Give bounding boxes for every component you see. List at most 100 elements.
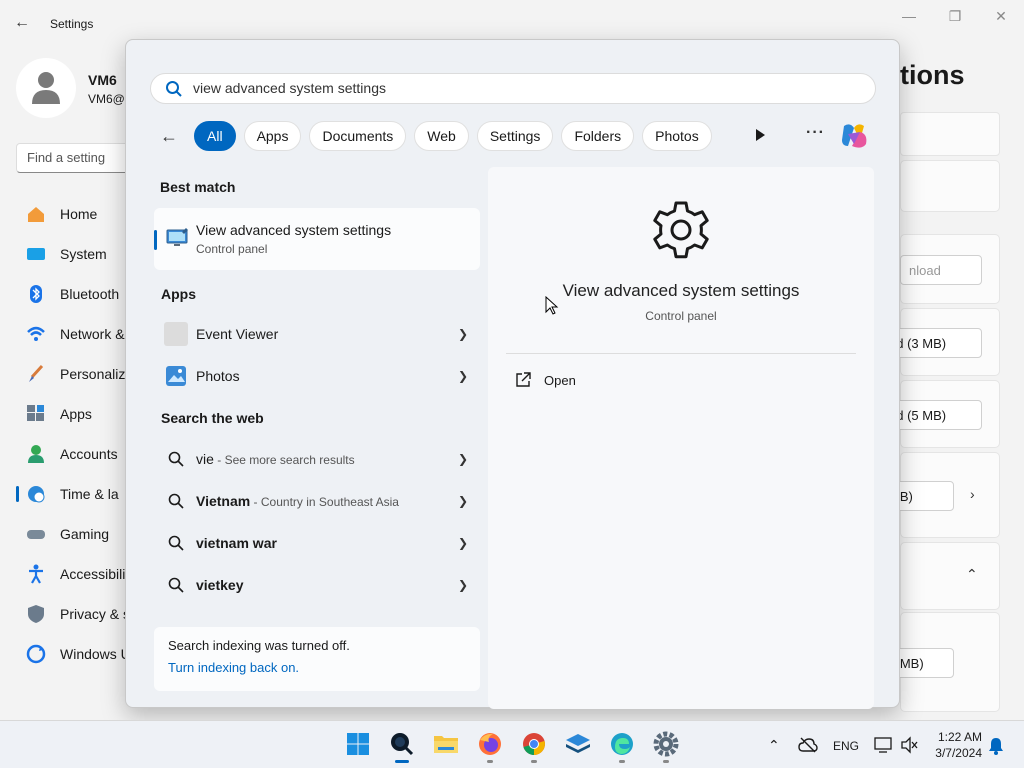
nav-apps[interactable]: Apps (16, 396, 136, 432)
brush-icon (26, 364, 46, 384)
wifi-icon (26, 324, 46, 344)
accessibility-icon (26, 564, 46, 584)
copilot-icon[interactable] (838, 120, 870, 152)
best-match-item[interactable]: View advanced system settings Control pa… (154, 208, 480, 270)
search-box[interactable] (150, 73, 876, 104)
web-result-term: Vietnam (196, 493, 251, 509)
chevron-right-icon[interactable]: ❯ (456, 327, 470, 341)
nav-accounts[interactable]: Accounts (16, 436, 136, 472)
volume-muted-icon[interactable] (900, 736, 918, 754)
chevron-right-icon[interactable]: ❯ (456, 536, 470, 550)
taskbar-chrome[interactable] (519, 729, 549, 763)
start-button[interactable] (343, 729, 373, 759)
window-title: Settings (50, 17, 94, 31)
more-options-icon[interactable]: ··· (806, 124, 825, 142)
web-result[interactable]: vietkey ❯ (154, 567, 470, 603)
globe-clock-icon (26, 484, 46, 504)
filter-web[interactable]: Web (414, 121, 469, 151)
system-properties-icon (166, 228, 188, 246)
app-result-event-viewer[interactable]: Event Viewer ❯ (154, 316, 470, 352)
filter-photos[interactable]: Photos (642, 121, 712, 151)
filter-settings[interactable]: Settings (476, 121, 554, 151)
taskbar-app[interactable] (563, 729, 593, 759)
person-icon (26, 444, 46, 464)
nav-personalization[interactable]: Personaliz (16, 356, 136, 392)
monitor-icon (26, 244, 46, 264)
taskbar-search-button[interactable] (387, 729, 417, 763)
apps-heading: Apps (161, 286, 196, 302)
nav-privacy[interactable]: Privacy & s (16, 596, 136, 632)
open-action[interactable]: Open (514, 371, 576, 389)
maximize-button[interactable]: ❐ (940, 8, 970, 26)
nav-system[interactable]: System (16, 236, 136, 272)
search-icon (164, 447, 188, 471)
web-result-term: vietkey (196, 577, 244, 593)
filter-all[interactable]: All (194, 121, 236, 151)
nav-accessibility[interactable]: Accessibili (16, 556, 136, 592)
web-result-term: vie (196, 451, 214, 467)
web-result[interactable]: vietnam war ❯ (154, 525, 470, 561)
settings-card (900, 160, 1000, 212)
filter-bar: ← All Apps Documents Web Settings Folder… (160, 120, 720, 152)
search-icon (164, 573, 188, 597)
active-indicator (395, 760, 409, 763)
update-icon (26, 644, 46, 664)
chevron-right-icon[interactable]: ❯ (456, 578, 470, 592)
nav-gaming[interactable]: Gaming (16, 516, 136, 552)
nav-label: Accessibili (60, 566, 126, 582)
taskbar-file-explorer[interactable] (431, 729, 461, 759)
running-indicator (487, 760, 493, 763)
avatar[interactable] (16, 58, 76, 118)
nav-time-language[interactable]: Time & la (16, 476, 136, 512)
taskbar-edge[interactable] (607, 729, 637, 763)
app-result-photos[interactable]: Photos ❯ (154, 358, 470, 394)
web-result-term: vietnam war (196, 535, 277, 551)
find-setting-input[interactable]: Find a setting (16, 143, 136, 173)
cloud-offline-icon[interactable] (798, 737, 818, 753)
nav-home[interactable]: Home (16, 196, 136, 232)
chevron-right-icon[interactable]: › (970, 486, 975, 502)
best-match-heading: Best match (160, 179, 236, 195)
chevron-up-icon[interactable]: ⌃ (768, 737, 780, 754)
nav-windows-update[interactable]: Windows U (16, 636, 136, 672)
gear-icon (653, 731, 679, 757)
web-result[interactable]: vie - See more search results ❯ (154, 441, 470, 477)
indexing-message: Search indexing was turned off. (168, 638, 350, 653)
back-arrow-icon[interactable]: ← (14, 14, 34, 34)
apps-icon (26, 404, 46, 424)
chevron-right-icon[interactable]: ❯ (456, 494, 470, 508)
minimize-button[interactable]: — (894, 8, 924, 26)
taskbar-settings[interactable] (651, 729, 681, 763)
chevron-right-icon[interactable]: ❯ (456, 369, 470, 383)
filter-documents[interactable]: Documents (309, 121, 407, 151)
back-arrow-icon[interactable]: ← (160, 126, 186, 147)
play-icon[interactable] (750, 124, 770, 146)
web-result-desc: - See more search results (213, 453, 355, 467)
close-button[interactable]: ✕ (986, 8, 1016, 26)
taskbar: ⌃ ENG 1:22 AM 3/7/2024 (0, 720, 1024, 768)
nav-label: Bluetooth (60, 286, 120, 302)
language-indicator[interactable]: ENG (833, 739, 859, 753)
nav-network[interactable]: Network & (16, 316, 136, 352)
turn-indexing-on-link[interactable]: Turn indexing back on. (168, 660, 466, 675)
search-icon (166, 81, 182, 97)
download-button[interactable]: nload (900, 255, 982, 285)
filter-apps[interactable]: Apps (243, 121, 302, 151)
network-icon[interactable] (874, 736, 892, 754)
search-input[interactable] (193, 80, 853, 96)
shield-icon (26, 604, 46, 624)
nav-label: Network & (60, 326, 125, 342)
filter-folders[interactable]: Folders (561, 121, 635, 151)
taskbar-firefox[interactable] (475, 729, 505, 763)
page-title: tions (900, 60, 965, 90)
web-result[interactable]: Vietnam - Country in Southeast Asia ❯ (154, 483, 470, 519)
nav-bluetooth[interactable]: Bluetooth (16, 276, 136, 312)
chevron-right-icon[interactable]: ❯ (456, 452, 470, 466)
user-icon (32, 72, 60, 104)
best-match-subtitle: Control panel (196, 242, 268, 256)
chrome-icon (523, 733, 545, 755)
clock[interactable]: 1:22 AM 3/7/2024 (926, 729, 982, 761)
chevron-up-icon[interactable]: ⌃ (966, 566, 978, 583)
mouse-cursor-icon (545, 296, 559, 315)
notification-bell-icon[interactable] (988, 737, 1004, 755)
